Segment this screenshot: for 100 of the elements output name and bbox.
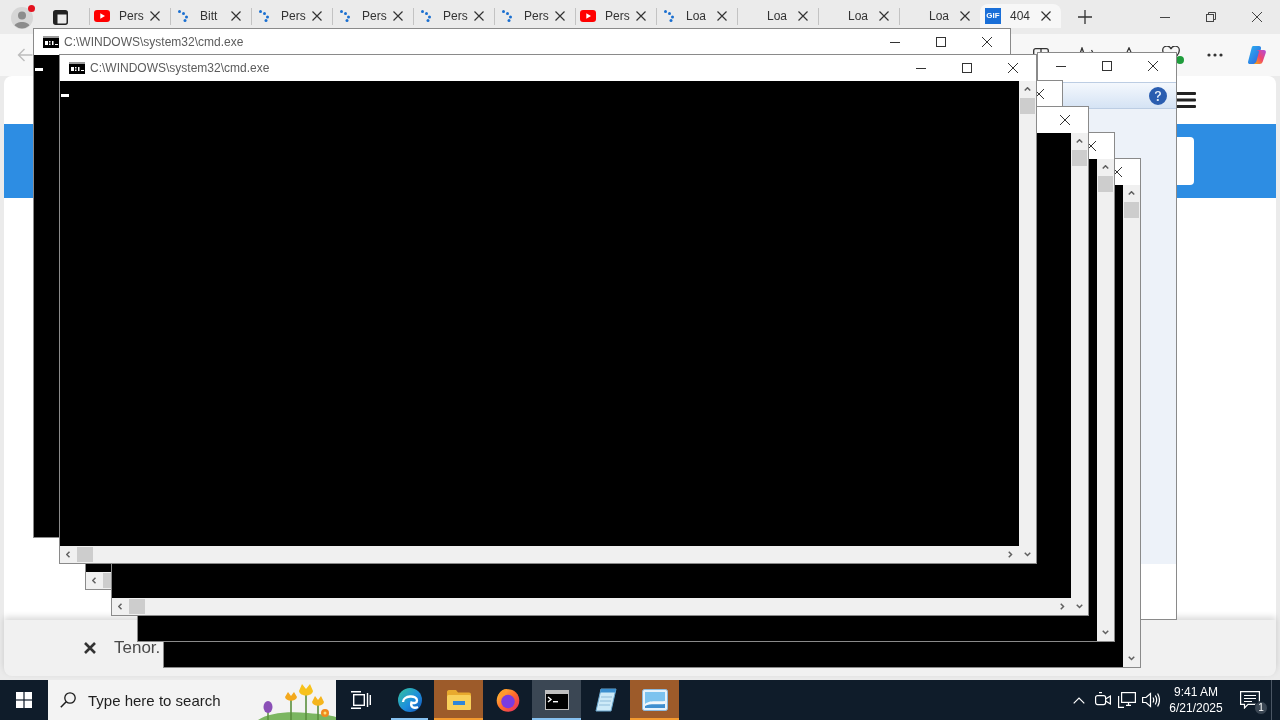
horizontal-scrollbar[interactable] [60, 546, 1019, 563]
close-tab-icon[interactable] [1041, 11, 1051, 21]
loading-icon [259, 10, 269, 22]
vertical-scrollbar[interactable] [1019, 81, 1036, 563]
close-tab-icon[interactable] [150, 11, 160, 21]
plus-icon[interactable] [1078, 10, 1092, 24]
chevron-down-icon[interactable] [1024, 552, 1031, 557]
scrollbar-thumb[interactable] [103, 573, 111, 588]
video-icon[interactable] [1095, 692, 1111, 708]
scrollbar-thumb[interactable] [1072, 150, 1087, 166]
minimize-icon[interactable] [1160, 16, 1170, 18]
clock-button[interactable]: 9:41 AM 6/21/2025 [1163, 680, 1229, 720]
vertical-scrollbar[interactable] [1071, 133, 1088, 615]
chevron-down-icon[interactable] [1128, 656, 1135, 661]
search-field[interactable]: Type here to search [48, 680, 336, 720]
minimize-icon[interactable] [916, 67, 926, 69]
scrollbar-thumb[interactable] [77, 547, 93, 562]
maximize-icon[interactable] [962, 63, 972, 73]
notepad-icon [594, 688, 617, 712]
close-tab-icon[interactable] [393, 11, 403, 21]
close-tab-icon[interactable] [231, 11, 241, 21]
loading-icon [178, 10, 188, 22]
terminal-icon [544, 690, 569, 710]
close-icon[interactable] [982, 37, 992, 47]
close-tab-icon[interactable] [879, 11, 889, 21]
window-title: C:\WINDOWS\system32\cmd.exe [90, 60, 270, 77]
vertical-scrollbar[interactable] [1097, 159, 1114, 641]
close-icon[interactable] [1008, 63, 1018, 73]
restore-icon[interactable] [1206, 12, 1216, 22]
avatar-icon[interactable] [11, 7, 33, 29]
close-tab-icon[interactable] [312, 11, 322, 21]
console-icon [43, 36, 59, 48]
browser-tab[interactable]: Pers [494, 4, 575, 28]
chevron-left-icon[interactable] [92, 577, 97, 584]
scrollbar-thumb[interactable] [1098, 176, 1113, 192]
chevron-down-icon[interactable] [1102, 630, 1109, 635]
close-icon[interactable] [1148, 61, 1158, 71]
browser-tab[interactable]: Loa [818, 4, 899, 28]
close-icon[interactable] [1034, 89, 1044, 99]
scrollbar-thumb[interactable] [129, 599, 145, 614]
start-icon[interactable] [16, 692, 32, 708]
close-tab-icon[interactable] [636, 11, 646, 21]
close-tab-icon[interactable] [798, 11, 808, 21]
minimize-icon[interactable] [1056, 65, 1066, 67]
assistant-logo-icon[interactable] [1247, 45, 1267, 65]
scrollbar-thumb[interactable] [1124, 202, 1139, 218]
loading-icon [664, 10, 674, 22]
scrollbar-thumb[interactable] [1020, 98, 1035, 114]
chevron-left-icon[interactable] [66, 551, 71, 558]
window-title: C:\WINDOWS\system32\cmd.exe [64, 34, 244, 51]
volume-icon[interactable] [1142, 692, 1160, 708]
close-icon[interactable] [1252, 12, 1262, 22]
browser-logo-icon [495, 688, 520, 712]
browser-tab[interactable]: Pers [575, 4, 656, 28]
browser-tab[interactable]: Bitt [170, 4, 251, 28]
play-icon [580, 10, 596, 22]
chevron-right-icon[interactable] [1060, 603, 1065, 610]
taskbar-button[interactable] [532, 680, 581, 720]
search-icon [60, 692, 76, 708]
close-icon[interactable] [1112, 167, 1122, 177]
panel-icon[interactable] [52, 9, 68, 25]
browser-tab[interactable]: Pers [251, 4, 332, 28]
more-icon[interactable] [1207, 53, 1223, 57]
close-icon[interactable] [84, 642, 96, 654]
browser-tab[interactable]: Pers [332, 4, 413, 28]
help-icon[interactable] [1149, 86, 1167, 105]
browser-tab[interactable]: Loa [899, 4, 980, 28]
browser-tab[interactable]: Loa [656, 4, 737, 28]
running-indicator [391, 718, 428, 720]
notification-count: 1 [1254, 701, 1268, 715]
close-tab-icon[interactable] [960, 11, 970, 21]
horizontal-scrollbar[interactable] [112, 598, 1071, 615]
close-tab-icon[interactable] [717, 11, 727, 21]
browser-tab[interactable]: Loa [737, 4, 818, 28]
close-icon[interactable] [1086, 141, 1096, 151]
notification-icon[interactable] [1240, 691, 1260, 709]
chevron-down-icon[interactable] [1076, 604, 1083, 609]
browser-tab[interactable]: Pers [89, 4, 170, 28]
running-indicator [434, 718, 483, 720]
close-icon[interactable] [1060, 115, 1070, 125]
chevron-right-icon[interactable] [1008, 551, 1013, 558]
file-type-badge: GIF [985, 8, 1001, 24]
play-icon [94, 10, 110, 22]
task-view-icon [350, 691, 371, 709]
loading-icon [421, 10, 431, 22]
maximize-icon[interactable] [1102, 61, 1112, 71]
site-label: Tenor. [114, 637, 161, 660]
loading-icon [502, 10, 512, 22]
minimize-icon[interactable] [890, 41, 900, 43]
network-icon[interactable] [1118, 692, 1136, 708]
chevron-left-icon[interactable] [118, 603, 123, 610]
picture-icon [641, 689, 668, 711]
close-tab-icon[interactable] [474, 11, 484, 21]
close-tab-icon[interactable] [555, 11, 565, 21]
swirl-browser-icon [397, 688, 422, 712]
running-indicator [532, 718, 581, 720]
browser-tab[interactable]: GIF 404 [980, 4, 1061, 28]
browser-tab[interactable]: Pers [413, 4, 494, 28]
maximize-icon[interactable] [936, 37, 946, 47]
vertical-scrollbar[interactable] [1123, 185, 1140, 667]
